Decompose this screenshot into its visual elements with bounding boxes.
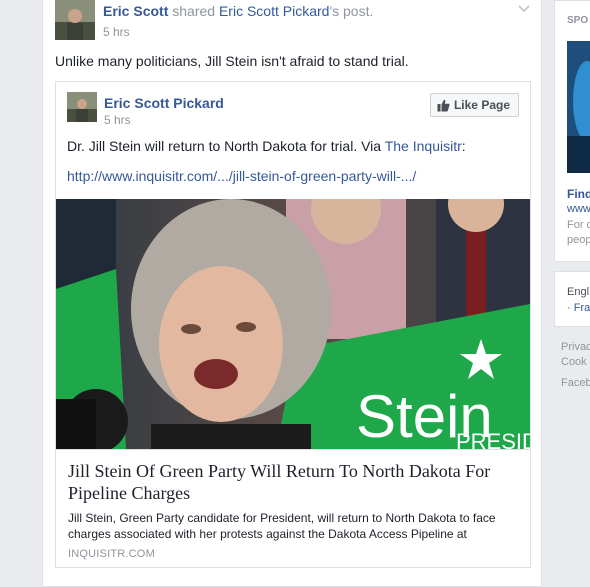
- shared-post-timestamp[interactable]: 5 hrs: [104, 113, 131, 127]
- post-header-text: Eric Scott shared Eric Scott Pickard's p…: [103, 3, 523, 40]
- shared-author-name[interactable]: Eric Scott Pickard: [104, 95, 224, 111]
- like-page-label: Like Page: [453, 98, 510, 112]
- footer-privacy-link[interactable]: Privac: [561, 341, 590, 353]
- ad-text-line-1: For c: [567, 219, 590, 231]
- post-timestamp[interactable]: 5 hrs: [103, 24, 523, 40]
- article-photo[interactable]: Stein PRESIDEN: [56, 199, 530, 449]
- shared-label: shared: [172, 3, 216, 19]
- ad-title-link[interactable]: Find: [567, 187, 590, 201]
- ad-text-line-2: peop: [567, 234, 590, 246]
- ad-image[interactable]: [567, 41, 590, 173]
- news-feed-post: Eric Scott shared Eric Scott Pickard's p…: [42, 0, 542, 587]
- language-link[interactable]: · Fra: [567, 302, 590, 314]
- sponsored-label: SPO: [567, 15, 589, 26]
- shared-post: Eric Scott Pickard 5 hrs Like Page Dr. J…: [55, 81, 531, 568]
- post-message: Unlike many politicians, Jill Stein isn'…: [55, 53, 409, 69]
- current-language: Engl: [567, 286, 590, 298]
- shared-post-text: Dr. Jill Stein will return to North Dako…: [67, 137, 466, 155]
- like-page-button[interactable]: Like Page: [429, 93, 519, 117]
- ad-url-link[interactable]: www: [567, 203, 590, 215]
- shared-author-avatar[interactable]: [67, 92, 97, 122]
- article-title[interactable]: Jill Stein Of Green Party Will Return To…: [68, 460, 518, 504]
- via-suffix: :: [461, 138, 466, 154]
- language-card: Engl · Fra: [554, 271, 590, 327]
- sign-subtext: PRESIDEN: [456, 429, 530, 449]
- article-domain: INQUISITR.COM: [68, 548, 155, 560]
- shared-suffix: 's post.: [329, 3, 374, 19]
- footer-copyright: Faceb: [561, 377, 590, 389]
- chevron-down-icon[interactable]: [517, 4, 531, 14]
- sponsored-card: SPO Find www For c peop: [554, 0, 590, 262]
- shared-post-message: Dr. Jill Stein will return to North Dako…: [67, 138, 382, 154]
- link-preview[interactable]: Jill Stein Of Green Party Will Return To…: [56, 449, 530, 567]
- thumbs-up-icon: [437, 99, 450, 111]
- shared-source-link[interactable]: Eric Scott Pickard: [219, 3, 329, 19]
- article-description: Jill Stein, Green Party candidate for Pr…: [68, 511, 496, 541]
- author-avatar[interactable]: [55, 0, 95, 40]
- article-url-link[interactable]: http://www.inquisitr.com/.../jill-stein-…: [67, 168, 416, 184]
- author-name-link[interactable]: Eric Scott: [103, 3, 168, 19]
- footer-cookies-link[interactable]: Cook: [561, 356, 590, 368]
- via-source-link[interactable]: The Inquisitr: [385, 138, 462, 154]
